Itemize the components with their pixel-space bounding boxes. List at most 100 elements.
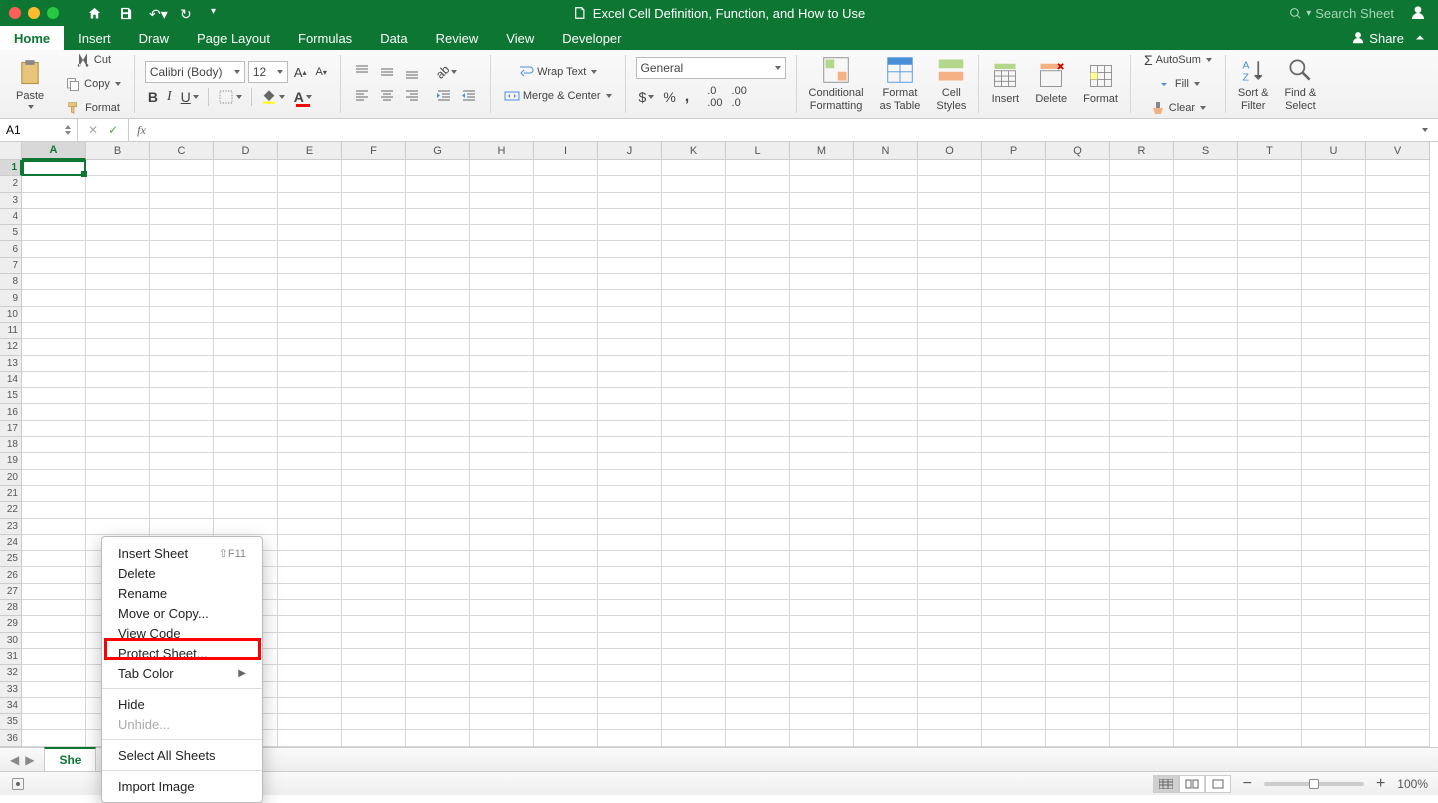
cell[interactable] [598, 388, 662, 404]
cell[interactable] [1174, 307, 1238, 323]
cell[interactable] [342, 241, 406, 257]
context-menu-item[interactable]: Delete [102, 563, 262, 583]
cell[interactable] [918, 535, 982, 551]
cell[interactable] [406, 649, 470, 665]
cell[interactable] [470, 225, 534, 241]
cell[interactable] [1238, 323, 1302, 339]
cell[interactable] [150, 356, 214, 372]
cell[interactable] [22, 535, 86, 551]
cell[interactable] [86, 160, 150, 176]
cell[interactable] [854, 160, 918, 176]
font-size-combo[interactable]: 12 [248, 61, 288, 83]
row-header[interactable]: 19 [0, 453, 22, 469]
cell[interactable] [1302, 160, 1366, 176]
cell[interactable] [918, 567, 982, 583]
cell[interactable] [214, 241, 278, 257]
cell[interactable] [854, 600, 918, 616]
cell[interactable] [598, 241, 662, 257]
cell[interactable] [278, 486, 342, 502]
cell[interactable] [1366, 323, 1430, 339]
cell[interactable] [406, 258, 470, 274]
cell[interactable] [214, 437, 278, 453]
cell[interactable] [1110, 290, 1174, 306]
cell[interactable] [470, 160, 534, 176]
cell[interactable] [470, 404, 534, 420]
cell[interactable] [406, 421, 470, 437]
cell[interactable] [854, 290, 918, 306]
cell[interactable] [150, 519, 214, 535]
cell[interactable] [1046, 225, 1110, 241]
cell[interactable] [342, 567, 406, 583]
cell[interactable] [1238, 502, 1302, 518]
cell[interactable] [1110, 193, 1174, 209]
cell[interactable] [1110, 258, 1174, 274]
cell[interactable] [1174, 339, 1238, 355]
cell[interactable] [726, 258, 790, 274]
cell[interactable] [150, 470, 214, 486]
cell[interactable] [1046, 339, 1110, 355]
cell[interactable] [854, 404, 918, 420]
cell[interactable] [1046, 649, 1110, 665]
cell[interactable] [406, 600, 470, 616]
cell[interactable] [790, 567, 854, 583]
cell[interactable] [278, 388, 342, 404]
cell[interactable] [470, 730, 534, 746]
cell[interactable] [534, 307, 598, 323]
cell[interactable] [406, 241, 470, 257]
cell[interactable] [1366, 567, 1430, 583]
cell[interactable] [598, 600, 662, 616]
cell[interactable] [1302, 584, 1366, 600]
cell[interactable] [662, 730, 726, 746]
cell[interactable] [790, 698, 854, 714]
cell[interactable] [662, 258, 726, 274]
cell[interactable] [86, 258, 150, 274]
cell[interactable] [214, 372, 278, 388]
cell[interactable] [726, 323, 790, 339]
cell[interactable] [1238, 274, 1302, 290]
cell[interactable] [662, 682, 726, 698]
cell[interactable] [1046, 241, 1110, 257]
cell[interactable] [150, 290, 214, 306]
cell[interactable] [342, 160, 406, 176]
cell[interactable] [214, 519, 278, 535]
cell[interactable] [214, 209, 278, 225]
cell[interactable] [982, 209, 1046, 225]
cell[interactable] [534, 714, 598, 730]
row-header[interactable]: 5 [0, 225, 22, 241]
align-middle-button[interactable] [376, 62, 398, 82]
cell[interactable] [1366, 421, 1430, 437]
cell[interactable] [1174, 649, 1238, 665]
cell[interactable] [278, 404, 342, 420]
cell[interactable] [86, 176, 150, 192]
cell[interactable] [214, 307, 278, 323]
zoom-out-icon[interactable]: − [1243, 775, 1252, 793]
cell[interactable] [278, 421, 342, 437]
context-menu-item[interactable]: Rename [102, 583, 262, 603]
context-menu-item[interactable]: Move or Copy... [102, 603, 262, 623]
cell[interactable] [854, 633, 918, 649]
cell[interactable] [790, 176, 854, 192]
align-right-button[interactable] [401, 86, 423, 106]
cell[interactable] [1366, 388, 1430, 404]
cell[interactable] [982, 665, 1046, 681]
cell[interactable] [1238, 730, 1302, 746]
cell[interactable] [1302, 551, 1366, 567]
copy-button[interactable]: Copy [62, 74, 124, 94]
cell[interactable] [470, 535, 534, 551]
cell[interactable] [1238, 241, 1302, 257]
cell[interactable] [278, 274, 342, 290]
select-all-corner[interactable] [0, 142, 22, 160]
cell[interactable] [854, 698, 918, 714]
cell[interactable] [214, 323, 278, 339]
cell[interactable] [726, 209, 790, 225]
cell[interactable] [470, 372, 534, 388]
cell[interactable] [406, 274, 470, 290]
cell[interactable] [150, 274, 214, 290]
cell[interactable] [726, 160, 790, 176]
cell[interactable] [918, 682, 982, 698]
cell[interactable] [1110, 535, 1174, 551]
cell[interactable] [790, 519, 854, 535]
cell[interactable] [214, 193, 278, 209]
cell[interactable] [1110, 388, 1174, 404]
cell[interactable] [790, 356, 854, 372]
